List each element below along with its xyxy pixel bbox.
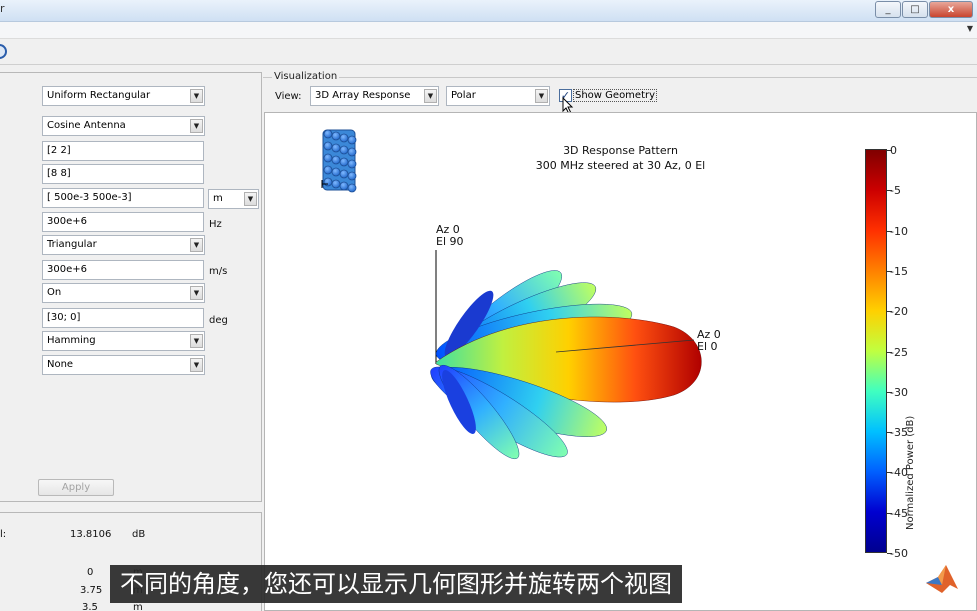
steering-angle-field[interactable]: [30; 0] — [42, 308, 204, 328]
colorbar-tick-label: -15 — [890, 264, 908, 278]
window-controls: _ □ x — [875, 1, 973, 18]
frequency-field[interactable]: 300e+6 — [42, 212, 204, 232]
colorbar — [865, 149, 887, 553]
colorbar-tick-label: -5 — [890, 184, 901, 198]
chevron-down-icon[interactable]: ▼ — [190, 89, 203, 103]
view-value: 3D Array Response — [315, 90, 411, 101]
chevron-down-icon[interactable]: ▼ — [190, 238, 203, 252]
array-geometry-select[interactable]: Uniform Rectangular ▼ — [42, 86, 205, 106]
video-caption: 不同的角度，您还可以显示几何图形并旋转两个视图 — [110, 565, 682, 603]
quantize-value: None — [47, 359, 74, 370]
element-count-field[interactable]: [8 8] — [42, 164, 204, 184]
axis-label-side: Az 0 El 0 — [697, 328, 721, 353]
result-unit: m — [133, 602, 143, 611]
array-geometry-thumbnail — [321, 129, 357, 193]
directivity-value: 13.8106 — [70, 529, 112, 540]
plot-type-select[interactable]: Polar ▼ — [446, 86, 550, 106]
chevron-down-icon[interactable]: ▼ — [190, 286, 203, 300]
visualization-legend: Visualization — [272, 71, 340, 82]
frequency-unit: Hz — [209, 219, 222, 230]
element-spacing-field[interactable]: [ 500e-3 500e-3] — [42, 188, 204, 208]
colorbar-tick-label: 0 — [890, 144, 897, 157]
lattice-value: Triangular — [47, 239, 97, 250]
chevron-down-icon[interactable]: ▼ — [190, 119, 203, 133]
spacing-unit-value: m — [213, 193, 223, 204]
help-icon[interactable] — [0, 44, 7, 59]
array-geometry-value: Uniform Rectangular — [47, 90, 151, 101]
chevron-down-icon[interactable]: ▼ — [424, 89, 437, 103]
chevron-down-icon[interactable]: ▼ — [535, 89, 548, 103]
element-type-select[interactable]: Cosine Antenna ▼ — [42, 116, 205, 136]
matlab-logo-icon — [926, 565, 958, 593]
colorbar-tick-label: -30 — [890, 385, 908, 399]
result-value: 0 — [87, 567, 94, 578]
propagation-speed-field[interactable]: 300e+6 — [42, 260, 204, 280]
chevron-down-icon[interactable]: ▼ — [967, 24, 973, 33]
colorbar-tick-label: -50 — [890, 547, 908, 560]
menu-bar: ▼ — [0, 22, 977, 39]
chevron-down-icon[interactable]: ▼ — [190, 358, 203, 372]
chevron-down-icon[interactable]: ▼ — [190, 334, 203, 348]
quantize-select[interactable]: None ▼ — [42, 355, 205, 375]
colorbar-title-wrap: Normalized Power (dB) — [905, 410, 919, 530]
toolbar — [0, 39, 977, 65]
view-select[interactable]: 3D Array Response ▼ — [310, 86, 439, 106]
apply-button[interactable]: Apply — [38, 479, 114, 496]
view-label: View: — [275, 91, 302, 102]
array-size-field[interactable]: [2 2] — [42, 141, 204, 161]
window-title-bar: r _ □ x — [0, 0, 977, 22]
colorbar-tick-label: -25 — [890, 345, 908, 359]
directivity-label: l: — [0, 529, 7, 540]
spacing-unit-select[interactable]: m ▼ — [208, 189, 259, 209]
speed-unit: m/s — [209, 266, 228, 277]
taper-select[interactable]: Hamming ▼ — [42, 331, 205, 351]
colorbar-tick-label: -10 — [890, 224, 908, 238]
minimize-button[interactable]: _ — [875, 1, 901, 18]
taper-value: Hamming — [47, 335, 96, 346]
steering-select[interactable]: On ▼ — [42, 283, 205, 303]
colorbar-title: Normalized Power (dB) — [905, 415, 916, 530]
lattice-select[interactable]: Triangular ▼ — [42, 235, 205, 255]
plot-type-value: Polar — [451, 90, 476, 101]
result-value: 3.5 — [82, 602, 98, 611]
window-title: r — [0, 2, 5, 15]
steering-value: On — [47, 287, 62, 298]
element-type-value: Cosine Antenna — [47, 120, 126, 131]
axis-label-top: Az 0 El 90 — [436, 223, 464, 248]
maximize-button[interactable]: □ — [902, 1, 928, 18]
chevron-down-icon[interactable]: ▼ — [244, 192, 257, 206]
response-pattern-plot[interactable] — [264, 112, 864, 492]
result-value: 3.75 — [80, 585, 103, 596]
close-button[interactable]: x — [929, 1, 973, 18]
show-geometry-label[interactable]: Show Geometry — [573, 89, 658, 102]
angle-unit: deg — [209, 315, 228, 326]
directivity-unit: dB — [132, 529, 146, 540]
colorbar-tick-label: -20 — [890, 305, 908, 319]
